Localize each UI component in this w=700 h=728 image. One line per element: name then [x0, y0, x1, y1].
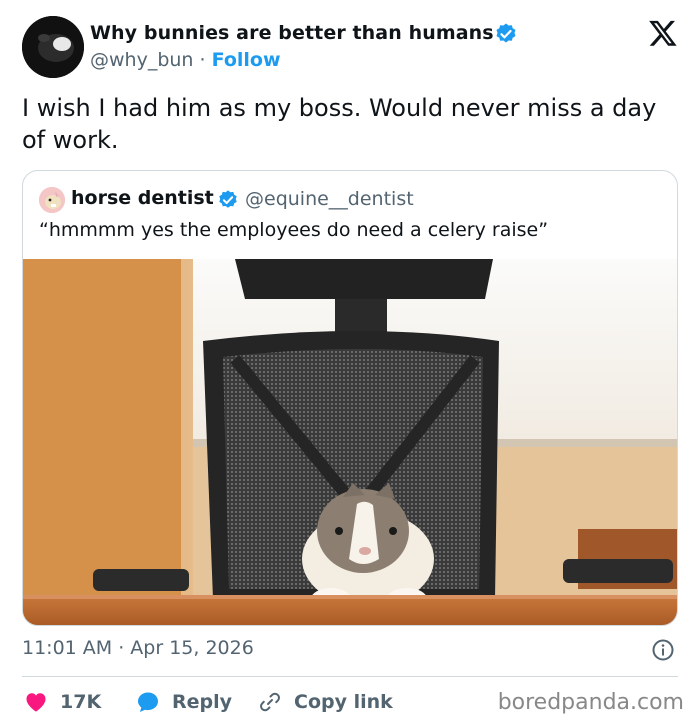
watermark: boredpanda.com	[497, 690, 684, 715]
like-count: 17K	[60, 691, 102, 713]
author-avatar[interactable]	[22, 16, 84, 78]
heart-icon	[26, 693, 46, 712]
like-button[interactable]: 17K	[24, 688, 101, 716]
quoted-handle: @equine__dentist	[245, 188, 414, 210]
tweet-timestamp[interactable]: 11:01 AM · Apr 15, 2026	[22, 637, 254, 659]
x-logo-icon[interactable]	[648, 18, 678, 48]
reply-bubble-icon	[138, 692, 158, 712]
author-handle-row: @why_bun · Follow	[90, 49, 281, 71]
info-icon[interactable]	[651, 638, 675, 662]
author-display-name[interactable]: Why bunnies are better than humans	[90, 22, 494, 44]
verified-badge-icon	[496, 23, 516, 43]
tweet-text: I wish I had him as my boss. Would never…	[22, 94, 657, 154]
quoted-author-avatar	[39, 187, 65, 213]
verified-badge-icon	[219, 190, 237, 208]
reply-button[interactable]: Reply	[136, 688, 232, 716]
copy-link-button[interactable]: Copy link	[258, 688, 393, 716]
quoted-tweet-card[interactable]: horse dentist @equine__dentist “hmmmm ye…	[22, 170, 678, 626]
horse-avatar-image	[39, 187, 65, 213]
bunny-avatar-image	[22, 16, 84, 78]
copy-link-label: Copy link	[294, 691, 393, 713]
reply-label: Reply	[172, 691, 233, 713]
quoted-tweet-text: “hmmmm yes the employees do need a celer…	[39, 219, 549, 241]
tweet-header: Why bunnies are better than humans @why_…	[22, 16, 682, 78]
link-icon	[260, 692, 280, 712]
quoted-display-name: horse dentist	[71, 187, 214, 209]
divider	[22, 676, 678, 677]
handle-separator: ·	[199, 49, 206, 71]
follow-button[interactable]: Follow	[212, 49, 281, 71]
author-handle[interactable]: @why_bun	[90, 49, 193, 71]
bunny-office-photo[interactable]	[23, 259, 678, 626]
